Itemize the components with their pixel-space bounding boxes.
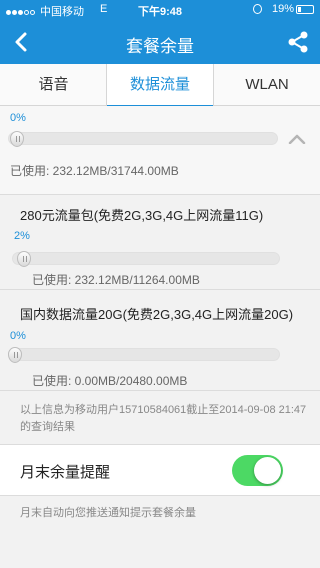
nav-bar: 套餐余量: [0, 20, 320, 64]
tab-data-traffic[interactable]: 数据流量: [106, 64, 214, 107]
status-bar: 中国移动 E 下午9:48 19%: [0, 0, 320, 20]
share-icon: [288, 31, 308, 53]
chevron-left-icon: [15, 32, 27, 52]
package-used-text: 已使用: 0.00MB/20480.00MB: [32, 374, 188, 388]
summary-progress-knob: [9, 131, 24, 147]
tab-voice[interactable]: 语音: [0, 64, 107, 106]
reminder-toggle[interactable]: [232, 455, 283, 486]
query-info-text: 以上信息为移动用户15710584061截止至2014-09-08 21:47的…: [20, 404, 307, 433]
tab-bar: 语音 数据流量 WLAN: [0, 64, 320, 107]
battery-percent: 19%: [272, 3, 295, 15]
usage-summary: 0% 已使用: 232.12MB/31744.00MB: [0, 106, 320, 194]
package-name: 国内数据流量20G(免费2G,3G,4G上网流量20G): [20, 307, 294, 322]
reminder-label: 月末余量提醒: [20, 464, 111, 481]
package-progress-track: [12, 251, 280, 267]
toggle-thumb: [254, 457, 281, 484]
package-item: 280元流量包(免费2G,3G,4G上网流量11G) 2% 已使用: 232.1…: [0, 195, 320, 289]
tab-wlan[interactable]: WLAN: [214, 64, 320, 106]
package-progress-knob: [17, 251, 32, 267]
package-item: 国内数据流量20G(免费2G,3G,4G上网流量20G) 0% 已使用: 0.0…: [0, 290, 320, 390]
summary-progress-track: [8, 131, 278, 147]
package-name: 280元流量包(免费2G,3G,4G上网流量11G): [20, 208, 264, 223]
share-button[interactable]: [284, 28, 312, 56]
package-used-text: 已使用: 232.12MB/11264.00MB: [32, 273, 200, 287]
package-progress-track: [8, 347, 280, 363]
reminder-note: 月末自动向您推送通知提示套餐余量: [20, 507, 196, 519]
summary-used-text: 已使用: 232.12MB/31744.00MB: [10, 164, 179, 178]
package-percent: 0%: [10, 330, 26, 342]
battery-icon: [296, 5, 314, 14]
page-title: 套餐余量: [126, 37, 194, 56]
collapse-chevron-icon[interactable]: [288, 134, 306, 144]
back-button[interactable]: [8, 28, 36, 56]
divider: [0, 390, 320, 391]
package-percent: 2%: [14, 230, 30, 242]
package-progress-knob: [8, 347, 22, 363]
rotation-lock-icon: [253, 4, 262, 14]
month-end-reminder-row: 月末余量提醒: [0, 444, 320, 496]
summary-percent: 0%: [10, 112, 26, 124]
